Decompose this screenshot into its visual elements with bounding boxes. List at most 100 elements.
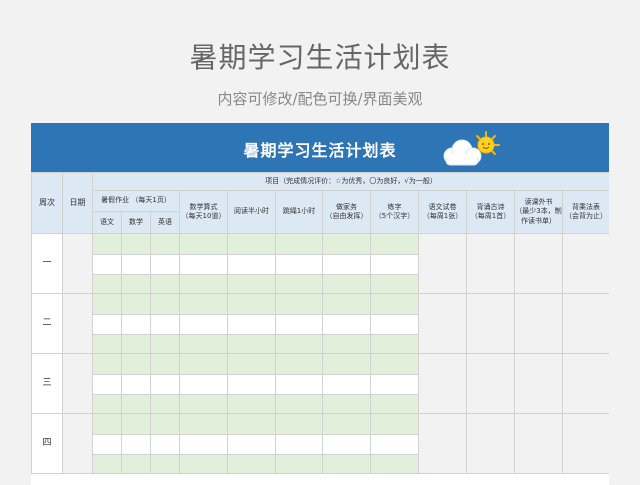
- entry-cell[interactable]: [179, 334, 228, 354]
- entry-cell[interactable]: [322, 274, 371, 294]
- weekly-entry-cell[interactable]: [466, 353, 515, 414]
- entry-cell[interactable]: [121, 274, 151, 294]
- entry-cell[interactable]: [275, 233, 323, 255]
- weekly-entry-cell[interactable]: [418, 233, 467, 294]
- entry-cell[interactable]: [370, 434, 419, 455]
- entry-cell[interactable]: [92, 353, 122, 375]
- entry-cell[interactable]: [370, 314, 419, 335]
- entry-cell[interactable]: [150, 413, 180, 435]
- entry-cell[interactable]: [92, 374, 122, 395]
- entry-cell[interactable]: [227, 274, 276, 294]
- entry-cell[interactable]: [322, 353, 371, 375]
- entry-cell[interactable]: [275, 374, 323, 395]
- entry-cell[interactable]: [275, 334, 323, 354]
- entry-cell[interactable]: [150, 293, 180, 315]
- entry-cell[interactable]: [179, 233, 228, 255]
- entry-cell[interactable]: [275, 454, 323, 474]
- entry-cell[interactable]: [121, 374, 151, 395]
- entry-cell[interactable]: [150, 334, 180, 354]
- entry-cell[interactable]: [322, 454, 371, 474]
- entry-cell[interactable]: [370, 254, 419, 275]
- entry-cell[interactable]: [370, 334, 419, 354]
- entry-cell[interactable]: [179, 374, 228, 395]
- weekly-entry-cell[interactable]: [418, 293, 467, 354]
- entry-cell[interactable]: [92, 314, 122, 335]
- entry-cell[interactable]: [322, 254, 371, 275]
- entry-cell[interactable]: [322, 394, 371, 414]
- entry-cell[interactable]: [322, 434, 371, 455]
- entry-cell[interactable]: [121, 434, 151, 455]
- date-cell[interactable]: [62, 413, 93, 474]
- entry-cell[interactable]: [179, 353, 228, 375]
- entry-cell[interactable]: [179, 454, 228, 474]
- weekly-entry-cell[interactable]: [466, 233, 515, 294]
- entry-cell[interactable]: [322, 374, 371, 395]
- entry-cell[interactable]: [275, 413, 323, 435]
- entry-cell[interactable]: [92, 413, 122, 435]
- entry-cell[interactable]: [370, 413, 419, 435]
- date-cell[interactable]: [62, 353, 93, 414]
- entry-cell[interactable]: [275, 353, 323, 375]
- entry-cell[interactable]: [121, 233, 151, 255]
- weekly-entry-cell[interactable]: [418, 353, 467, 414]
- entry-cell[interactable]: [275, 274, 323, 294]
- entry-cell[interactable]: [227, 353, 276, 375]
- entry-cell[interactable]: [275, 293, 323, 315]
- entry-cell[interactable]: [179, 434, 228, 455]
- entry-cell[interactable]: [322, 293, 371, 315]
- weekly-entry-cell[interactable]: [514, 293, 563, 354]
- weekly-entry-cell[interactable]: [514, 233, 563, 294]
- entry-cell[interactable]: [150, 254, 180, 275]
- entry-cell[interactable]: [370, 233, 419, 255]
- weekly-entry-cell[interactable]: [561, 413, 609, 474]
- entry-cell[interactable]: [227, 254, 276, 275]
- entry-cell[interactable]: [227, 454, 276, 474]
- date-cell[interactable]: [62, 293, 93, 354]
- entry-cell[interactable]: [121, 413, 151, 435]
- weekly-entry-cell[interactable]: [418, 413, 467, 474]
- weekly-entry-cell[interactable]: [561, 233, 609, 294]
- weekly-entry-cell[interactable]: [466, 413, 515, 474]
- entry-cell[interactable]: [370, 274, 419, 294]
- entry-cell[interactable]: [227, 434, 276, 455]
- entry-cell[interactable]: [179, 254, 228, 275]
- entry-cell[interactable]: [227, 293, 276, 315]
- entry-cell[interactable]: [179, 413, 228, 435]
- weekly-entry-cell[interactable]: [514, 353, 563, 414]
- entry-cell[interactable]: [322, 334, 371, 354]
- entry-cell[interactable]: [92, 274, 122, 294]
- entry-cell[interactable]: [92, 434, 122, 455]
- date-cell[interactable]: [62, 233, 93, 294]
- entry-cell[interactable]: [150, 394, 180, 414]
- entry-cell[interactable]: [92, 254, 122, 275]
- entry-cell[interactable]: [322, 413, 371, 435]
- entry-cell[interactable]: [370, 293, 419, 315]
- entry-cell[interactable]: [275, 254, 323, 275]
- weekly-entry-cell[interactable]: [514, 413, 563, 474]
- entry-cell[interactable]: [121, 394, 151, 414]
- entry-cell[interactable]: [179, 394, 228, 414]
- entry-cell[interactable]: [275, 314, 323, 335]
- entry-cell[interactable]: [179, 293, 228, 315]
- entry-cell[interactable]: [150, 434, 180, 455]
- entry-cell[interactable]: [275, 434, 323, 455]
- entry-cell[interactable]: [92, 394, 122, 414]
- entry-cell[interactable]: [150, 314, 180, 335]
- entry-cell[interactable]: [92, 233, 122, 255]
- entry-cell[interactable]: [92, 334, 122, 354]
- entry-cell[interactable]: [179, 314, 228, 335]
- entry-cell[interactable]: [121, 314, 151, 335]
- entry-cell[interactable]: [227, 314, 276, 335]
- entry-cell[interactable]: [370, 394, 419, 414]
- entry-cell[interactable]: [150, 274, 180, 294]
- weekly-entry-cell[interactable]: [561, 353, 609, 414]
- entry-cell[interactable]: [92, 293, 122, 315]
- entry-cell[interactable]: [121, 293, 151, 315]
- entry-cell[interactable]: [150, 233, 180, 255]
- entry-cell[interactable]: [227, 394, 276, 414]
- entry-cell[interactable]: [227, 374, 276, 395]
- entry-cell[interactable]: [322, 314, 371, 335]
- entry-cell[interactable]: [179, 274, 228, 294]
- entry-cell[interactable]: [150, 353, 180, 375]
- entry-cell[interactable]: [121, 254, 151, 275]
